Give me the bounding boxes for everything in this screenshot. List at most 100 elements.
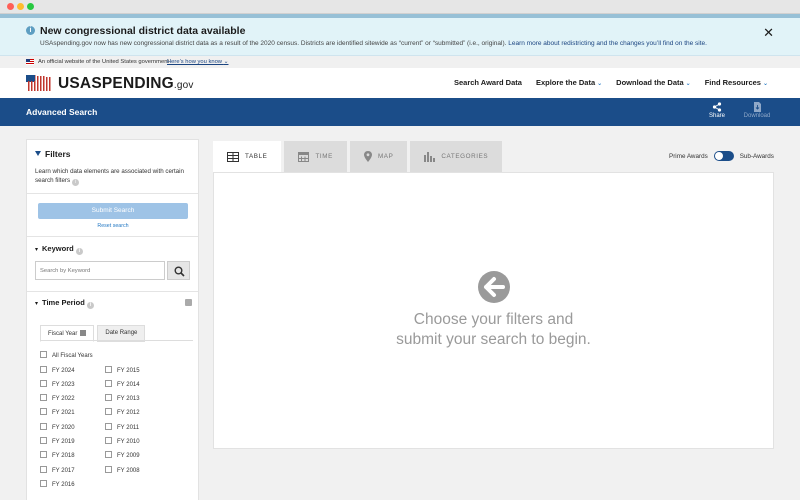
checkbox-box[interactable] (40, 437, 47, 444)
alert-body: USAspending.gov now has new congressiona… (40, 40, 507, 47)
checkbox-label: FY 2012 (117, 410, 140, 416)
checkbox-label: FY 2013 (117, 396, 140, 402)
sub-awards-label: Sub-Awards (739, 152, 774, 160)
checkbox-fy[interactable]: FY 2016 (40, 480, 75, 488)
divider (27, 236, 198, 237)
checkbox-box[interactable] (105, 408, 112, 415)
keyword-search-input[interactable]: Search by Keyword (35, 261, 165, 280)
chevron-down-icon: ▾ (35, 247, 39, 253)
keyword-section-header[interactable]: ▾ Keyword i (35, 244, 83, 255)
site-header: USASPENDING.gov Search Award Data Explor… (0, 68, 800, 98)
checkbox-box[interactable] (40, 408, 47, 415)
checkbox-fy[interactable]: FY 2010 (105, 437, 140, 445)
checkbox-fy[interactable]: FY 2014 (105, 380, 140, 388)
info-icon[interactable]: i (86, 302, 94, 309)
info-icon[interactable]: i (71, 178, 79, 186)
site-logo[interactable]: USASPENDING.gov (58, 75, 194, 93)
empty-line-1: Choose your filters and (413, 311, 574, 328)
checkbox-label: FY 2022 (52, 396, 75, 402)
checkbox-box[interactable] (105, 380, 112, 387)
download-button[interactable]: Download (742, 102, 772, 119)
tab-map[interactable]: MAP (349, 141, 408, 172)
info-icon[interactable]: i (75, 248, 83, 255)
tab-label: CATEGORIES (441, 153, 489, 160)
tab-time[interactable]: TIME (284, 141, 347, 172)
checkbox-box[interactable] (105, 394, 112, 401)
tab-label: TIME (315, 153, 333, 160)
main-nav: Search Award Data Explore the Data ⌄ Down… (454, 78, 768, 87)
nav-explore-the-data[interactable]: Explore the Data ⌄ (536, 78, 602, 87)
checkbox-fy[interactable]: FY 2013 (105, 394, 140, 402)
checkbox-box[interactable] (105, 437, 112, 444)
calendar-icon[interactable] (185, 299, 192, 306)
empty-state-message: Choose your filters and submit your sear… (214, 310, 773, 350)
nav-label: Search Award Data (453, 78, 522, 87)
alert-banner: i New congressional district data availa… (0, 14, 800, 56)
checkbox-fy[interactable]: FY 2017 (40, 466, 75, 474)
window-minimize-dot[interactable] (17, 3, 24, 10)
download-file-icon (753, 102, 761, 112)
checkbox-box[interactable] (40, 451, 47, 458)
checkbox-label: FY 2011 (117, 425, 140, 431)
bar-chart-icon (424, 151, 436, 162)
tab-label: TABLE (245, 153, 268, 160)
checkbox-box[interactable] (105, 423, 112, 430)
nav-download-the-data[interactable]: Download the Data ⌄ (616, 78, 691, 87)
chevron-down-icon: ▾ (35, 301, 39, 307)
checkbox-fy[interactable]: FY 2009 (105, 451, 140, 459)
checkbox-label: FY 2018 (52, 453, 75, 459)
tab-table[interactable]: TABLE (213, 141, 282, 172)
checkbox-fy[interactable]: FY 2018 (40, 451, 75, 459)
reset-search-link[interactable]: Reset search (27, 223, 199, 229)
submit-search-button[interactable]: Submit Search (38, 203, 188, 219)
page-title: Advanced Search (26, 107, 98, 117)
filters-learn-text: Learn which data elements are associated… (35, 168, 195, 186)
checkbox-fy[interactable]: FY 2022 (40, 394, 75, 402)
checkbox-fy[interactable]: FY 2019 (40, 437, 75, 445)
checkbox-fy[interactable]: FY 2008 (105, 466, 140, 474)
nav-find-resources[interactable]: Find Resources ⌄ (705, 78, 768, 87)
checkbox-box[interactable] (40, 480, 47, 487)
share-button[interactable]: Share (702, 102, 732, 119)
checkbox-box[interactable] (105, 451, 112, 458)
alert-title: New congressional district data availabl… (40, 25, 246, 37)
tab-label: Date Range (105, 330, 138, 336)
checkbox-box[interactable] (40, 366, 47, 373)
checkbox-label: FY 2014 (117, 382, 140, 388)
checkbox-label: FY 2008 (117, 468, 140, 474)
nav-search-award-data[interactable]: Search Award Data (454, 78, 522, 87)
checkbox-box[interactable] (105, 366, 112, 373)
checkbox-fy[interactable]: FY 2012 (105, 408, 140, 416)
checkbox-fy[interactable]: FY 2011 (105, 423, 139, 431)
checkbox-box[interactable] (40, 423, 47, 430)
prime-sub-toggle-switch[interactable] (713, 151, 734, 161)
heres-how-you-know-link[interactable]: Here’s how you know ⌄ (167, 59, 228, 65)
tab-categories[interactable]: CATEGORIES (410, 141, 503, 172)
time-period-section-header[interactable]: ▾ Time Period i (35, 298, 94, 309)
checkbox-box[interactable] (40, 394, 47, 401)
window-close-dot[interactable] (7, 3, 14, 10)
alert-learn-more-link[interactable]: Learn more about redistricting and the c… (508, 40, 707, 47)
checkbox-box[interactable] (105, 466, 112, 473)
checkbox-label: FY 2016 (52, 482, 75, 488)
checkbox-fy[interactable]: FY 2021 (40, 408, 75, 416)
share-label: Share (708, 113, 725, 119)
chevron-down-icon: ⌄ (762, 81, 768, 87)
checkbox-fy[interactable]: FY 2020 (40, 423, 75, 431)
close-icon[interactable]: ✕ (763, 26, 774, 39)
checkbox-all-fiscal-years[interactable]: All Fiscal Years (40, 351, 93, 359)
keyword-search-button[interactable] (167, 261, 190, 280)
share-icon (712, 102, 722, 112)
window-zoom-dot[interactable] (27, 3, 34, 10)
checkbox-box[interactable] (40, 351, 47, 358)
table-icon (227, 151, 239, 162)
checkbox-box[interactable] (40, 466, 47, 473)
checkbox-fy[interactable]: FY 2024 (40, 366, 75, 374)
checkbox-box[interactable] (40, 380, 47, 387)
checkbox-label: FY 2023 (52, 382, 75, 388)
filters-title: Filters (45, 149, 71, 159)
checkbox-fy[interactable]: FY 2023 (40, 380, 75, 388)
checkbox-fy[interactable]: FY 2015 (105, 366, 140, 374)
filter-icon (35, 151, 41, 156)
nav-label: Explore the Data (535, 78, 596, 87)
